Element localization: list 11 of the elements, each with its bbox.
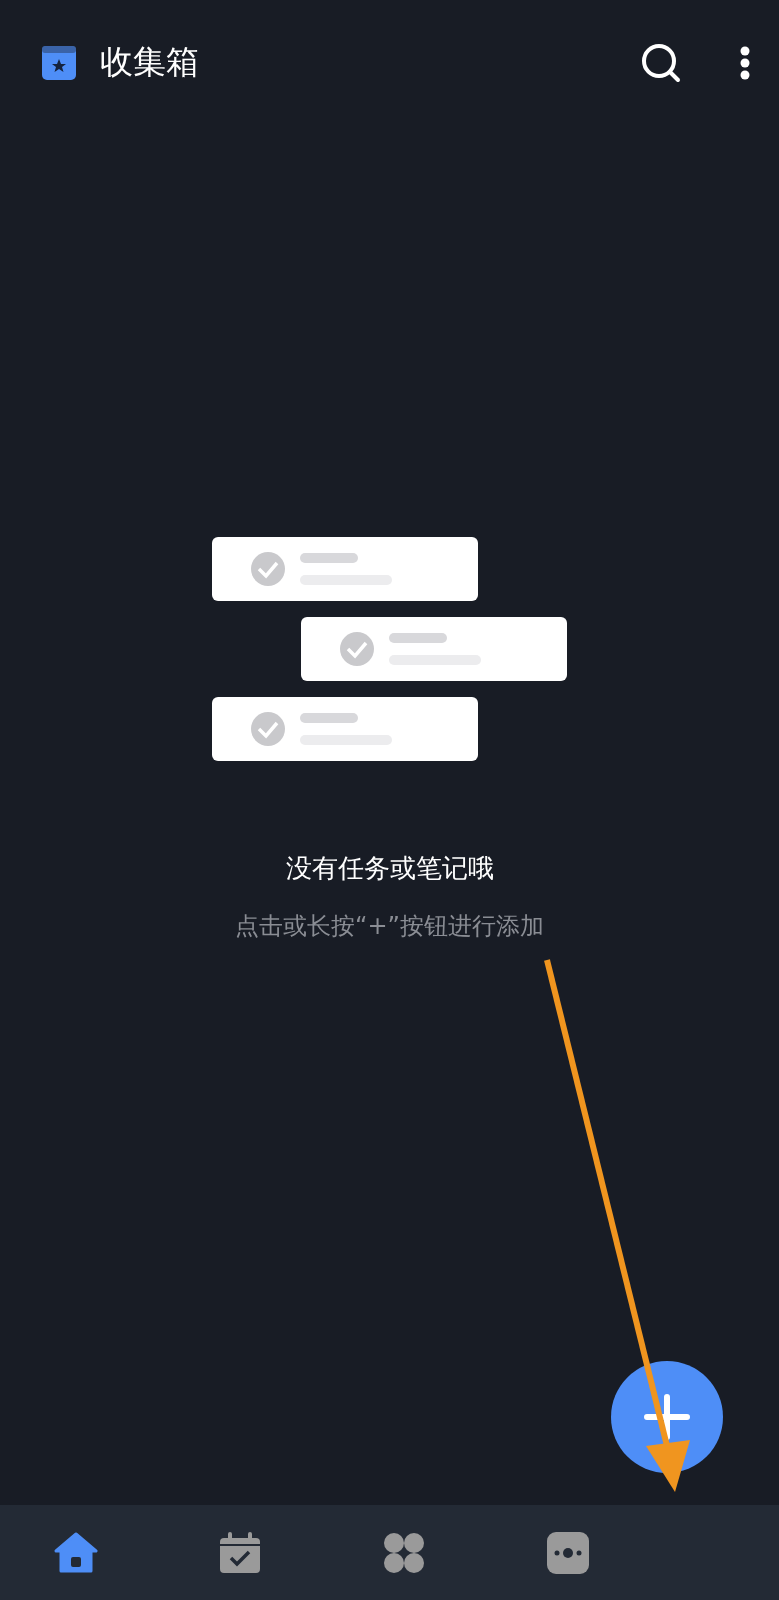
search-icon[interactable] (641, 42, 681, 83)
dots-icon[interactable] (546, 1530, 590, 1575)
plus-icon (644, 1394, 690, 1440)
page-title: 收集箱 (100, 41, 200, 83)
home-icon[interactable] (54, 1530, 98, 1575)
inbox-icon (42, 45, 76, 80)
more-menu-icon[interactable] (739, 45, 751, 80)
grid-icon[interactable] (382, 1530, 426, 1575)
empty-hint: 点击或长按“+”按钮进行添加 (235, 911, 544, 942)
calendar-icon[interactable] (218, 1530, 262, 1575)
empty-title: 没有任务或笔记哦 (285, 852, 494, 885)
